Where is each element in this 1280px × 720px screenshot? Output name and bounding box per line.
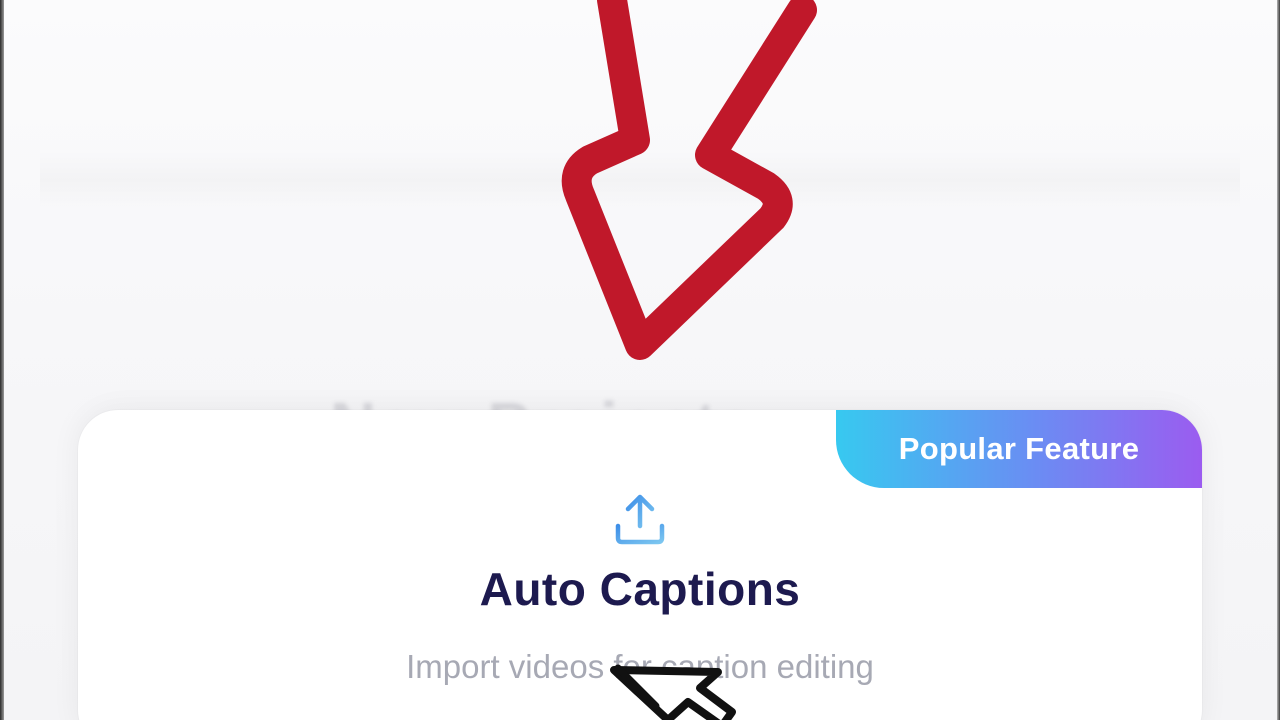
popular-feature-badge: Popular Feature bbox=[836, 410, 1202, 488]
screen: New Projects Popular Feature Auto Captio… bbox=[0, 0, 1280, 720]
mouse-pointer-icon bbox=[610, 664, 736, 720]
red-arrow-icon bbox=[561, 0, 817, 360]
card-title: Auto Captions bbox=[479, 563, 801, 615]
window-edge-left bbox=[0, 0, 4, 720]
upload-icon bbox=[615, 494, 665, 545]
